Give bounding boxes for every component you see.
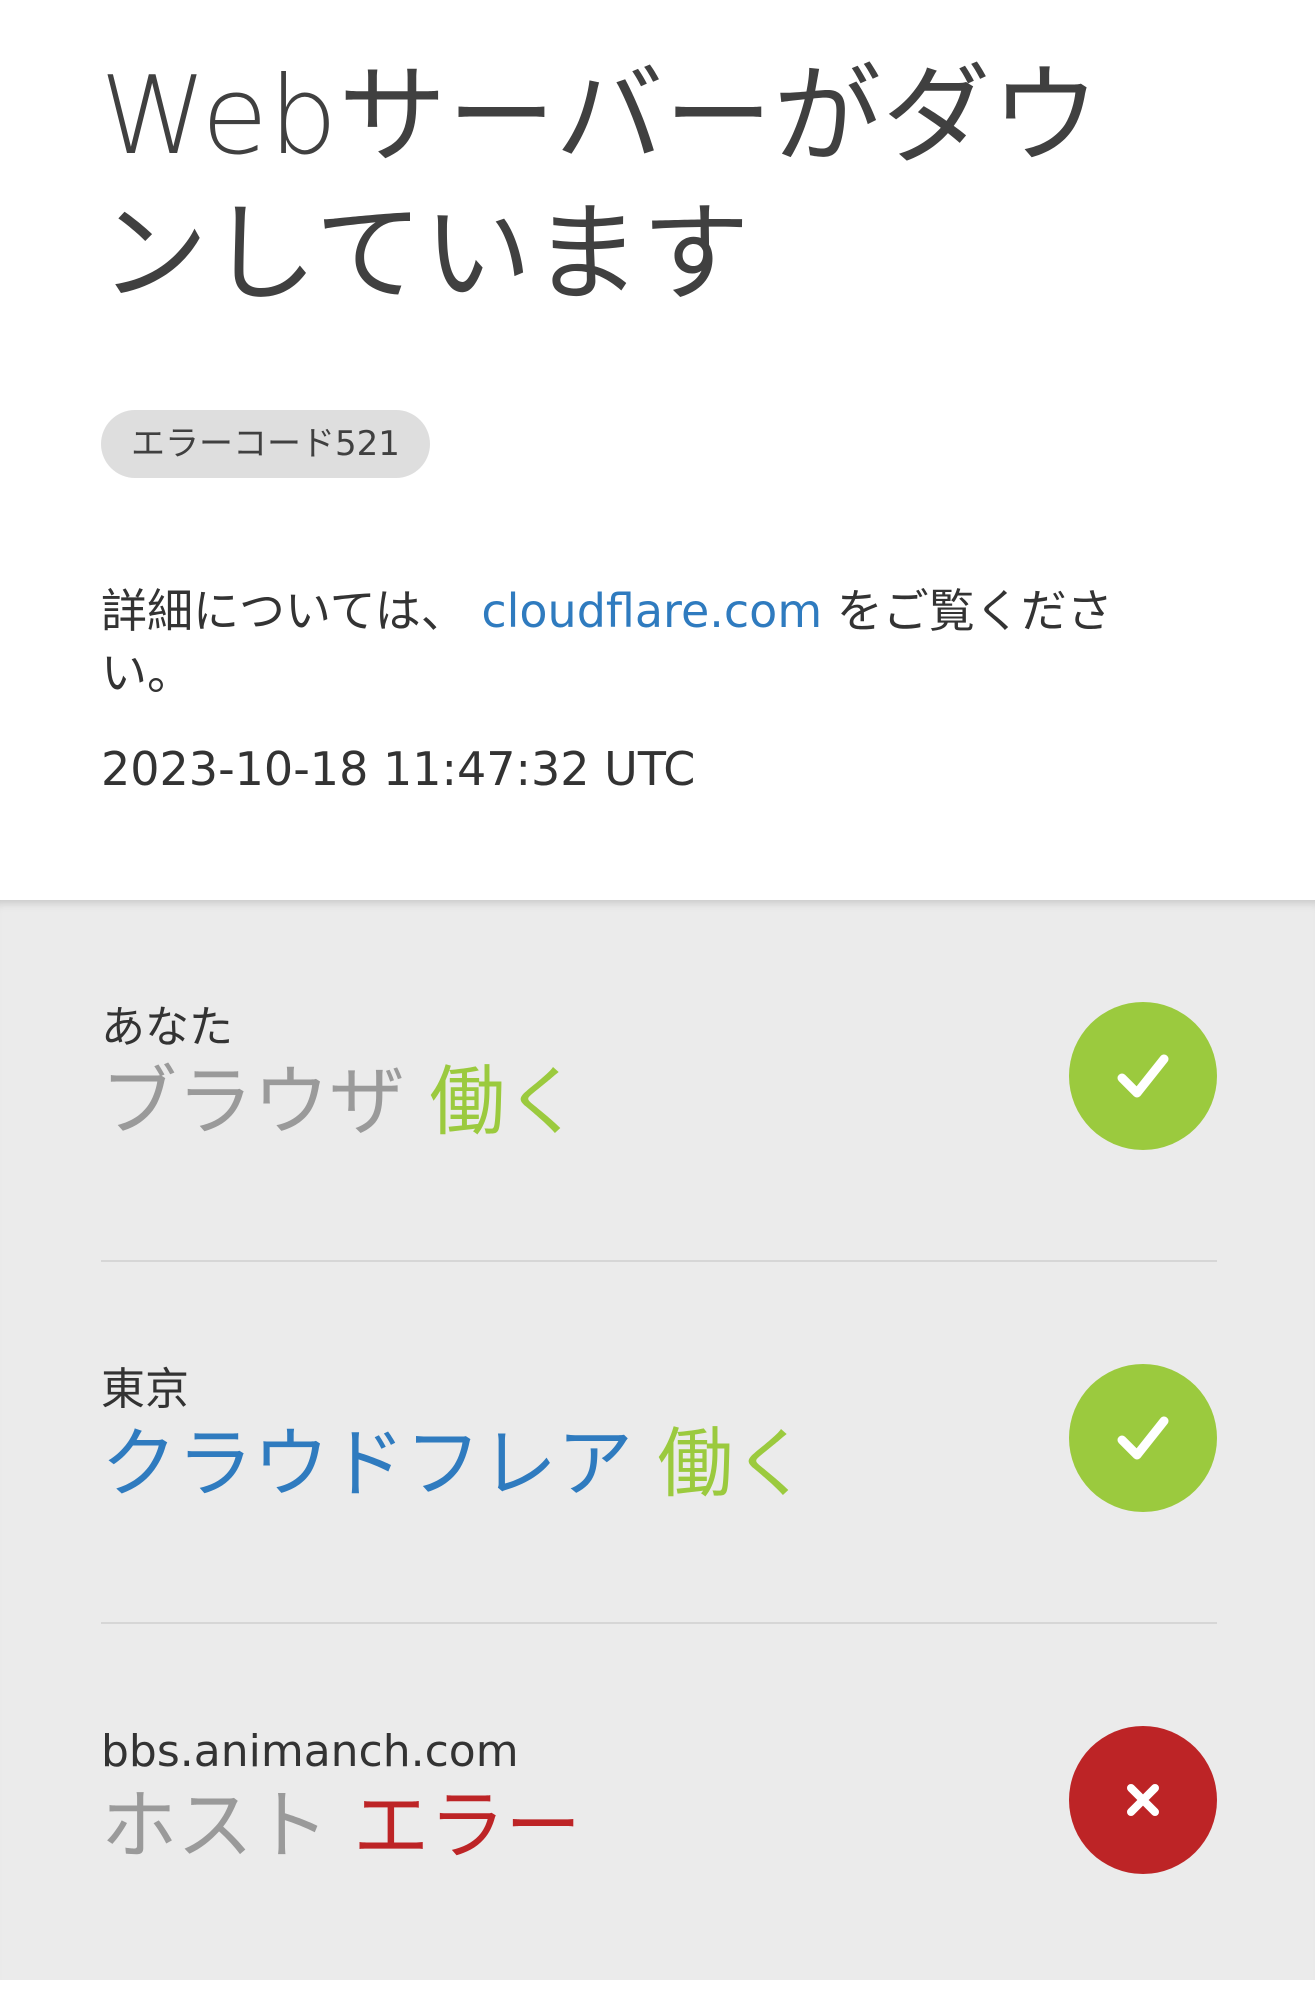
status-location: bbs.animanch.com xyxy=(101,1726,519,1777)
status-divider xyxy=(101,1260,1217,1262)
cloudflare-link[interactable]: cloudflare.com xyxy=(481,584,822,638)
status-state: 働く xyxy=(657,1419,810,1508)
status-location: 東京 xyxy=(101,1364,189,1415)
status-role: クラウドフレア xyxy=(101,1419,633,1508)
error-code-badge: エラーコード521 xyxy=(101,410,430,478)
page-title: Webサーバーがダウンしています xyxy=(100,54,1101,317)
close-icon xyxy=(1069,1726,1217,1874)
status-role: ホスト xyxy=(101,1781,329,1870)
status-item-browser: あなた ブラウザ 働く xyxy=(101,1000,1217,1250)
error-header-section: Webサーバーがダウンしています エラーコード521 詳細については、 clou… xyxy=(0,0,1315,900)
timestamp: 2023-10-18 11:47:32 UTC xyxy=(101,742,696,796)
status-location: あなた xyxy=(101,1002,233,1053)
status-state: 働く xyxy=(429,1057,582,1146)
error-page: Webサーバーがダウンしています エラーコード521 詳細については、 clou… xyxy=(0,0,1315,2000)
status-role-line: ブラウザ 働く xyxy=(101,1052,581,1152)
status-divider xyxy=(101,1622,1217,1624)
status-item-cloudflare: 東京 クラウドフレア 働く xyxy=(101,1362,1217,1612)
status-role-line: ホスト エラー xyxy=(101,1776,581,1876)
status-panel: あなた ブラウザ 働く 東京 クラウドフレア 働く bbs.animanch.c… xyxy=(0,900,1315,1980)
check-icon xyxy=(1069,1002,1217,1150)
status-state: エラー xyxy=(353,1781,582,1870)
info-text: 詳細については、 cloudflare.com をご覧ください。 xyxy=(101,580,1181,704)
status-item-host: bbs.animanch.com ホスト エラー xyxy=(101,1724,1217,1974)
status-role: ブラウザ xyxy=(101,1057,405,1146)
info-prefix: 詳細については、 xyxy=(101,584,467,638)
status-role-line: クラウドフレア 働く xyxy=(101,1414,809,1514)
check-icon xyxy=(1069,1364,1217,1512)
